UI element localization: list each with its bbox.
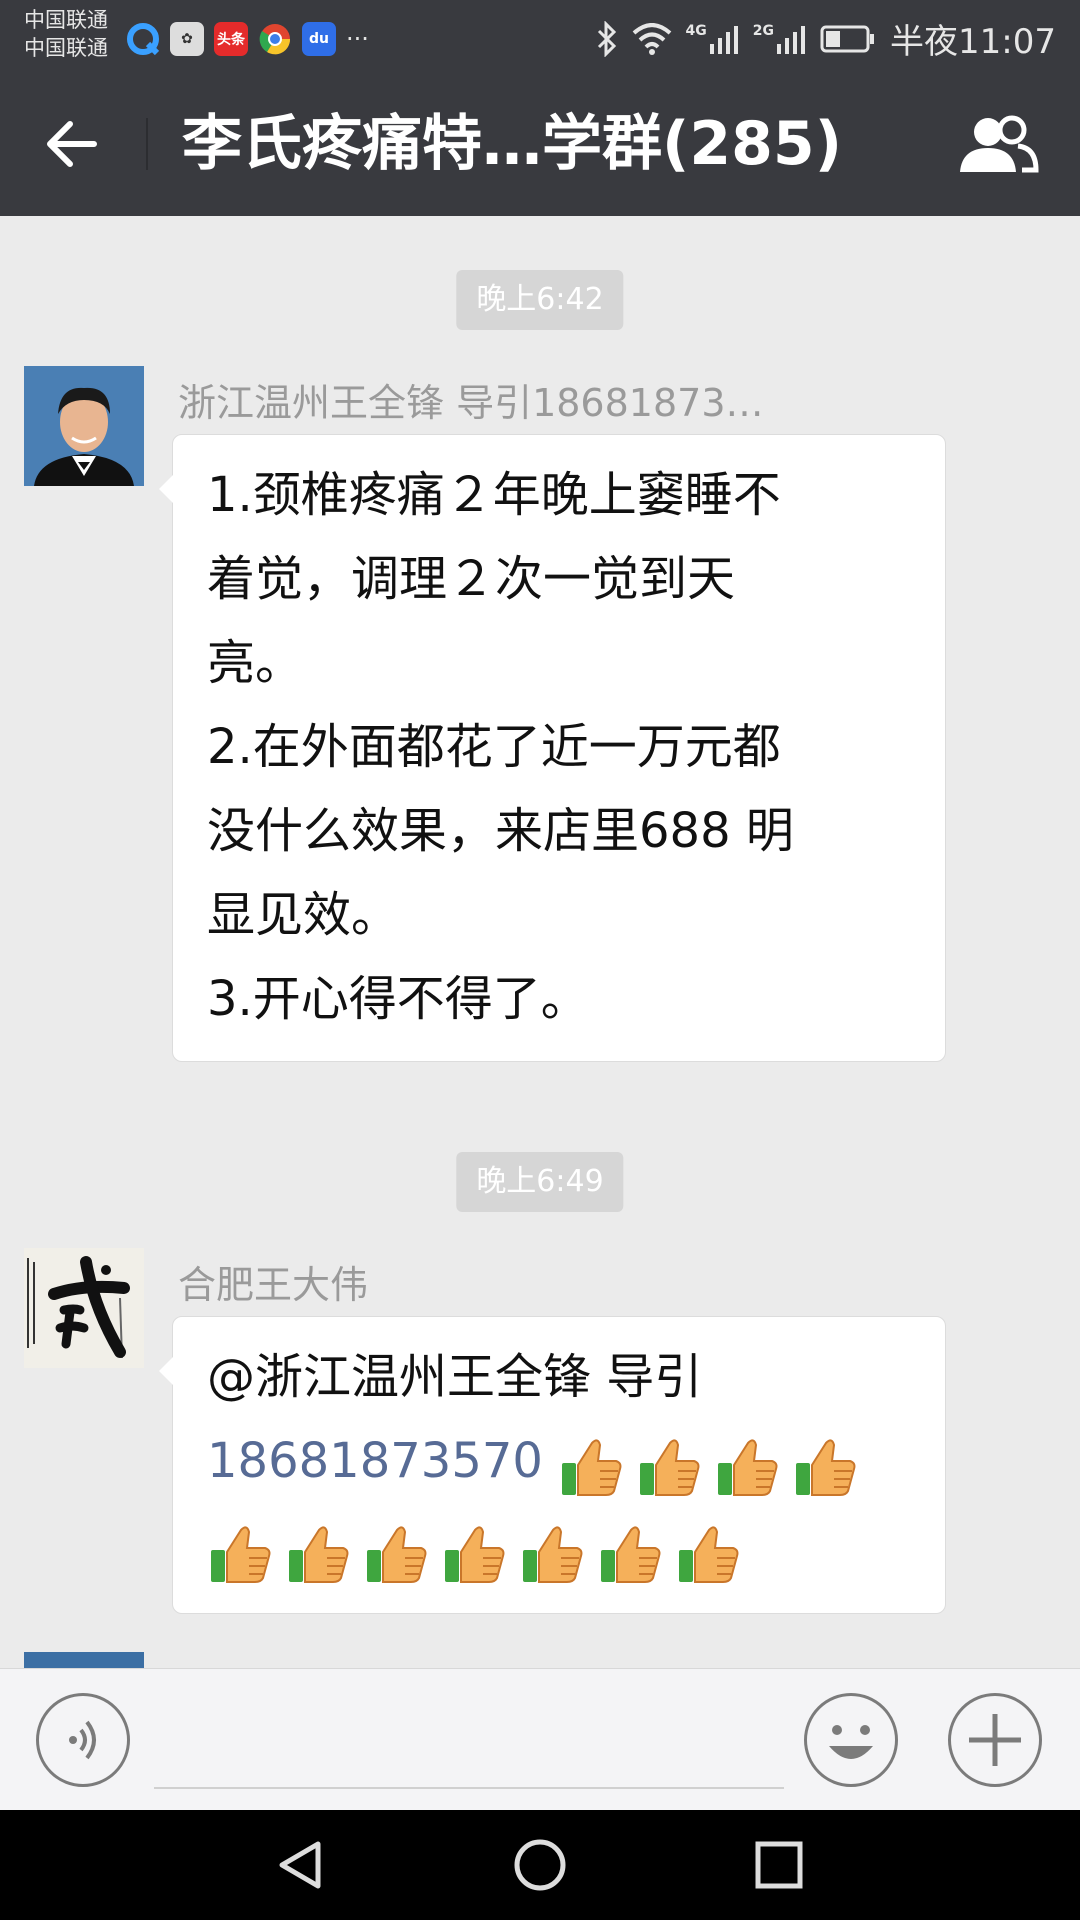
nav-home-button[interactable] bbox=[513, 1838, 567, 1892]
navigation-bar bbox=[0, 1810, 1080, 1920]
carrier-2: 中国联通 bbox=[24, 36, 108, 60]
profile-photo-icon bbox=[24, 366, 144, 486]
triangle-back-icon bbox=[279, 1841, 321, 1889]
thumbs-up-emoji bbox=[363, 1522, 429, 1586]
message-bubble[interactable]: @浙江温州王全锋 导引 18681873570 bbox=[159, 1316, 946, 1614]
message-line: 2.在外面都花了近一万元都 bbox=[207, 719, 781, 775]
toutiao-icon: 头条 bbox=[214, 22, 248, 56]
message-line: 亮。 bbox=[207, 635, 304, 691]
title-divider bbox=[146, 118, 148, 170]
thumbs-up-emoji bbox=[714, 1435, 780, 1499]
net-2g-label: 2G bbox=[752, 22, 775, 39]
net-4g-label: 4G bbox=[685, 22, 707, 39]
nav-back-button[interactable] bbox=[274, 1838, 328, 1892]
avatar[interactable] bbox=[24, 366, 144, 486]
wifi-icon bbox=[632, 22, 671, 55]
thumbs-up-emoji bbox=[792, 1435, 858, 1499]
more-actions-button[interactable] bbox=[948, 1693, 1042, 1787]
baidu-icon: du bbox=[302, 22, 336, 56]
chrome-icon bbox=[258, 22, 292, 56]
signal-bars-icon bbox=[709, 25, 738, 54]
sender-name: 合肥王大伟 bbox=[178, 1263, 369, 1307]
signal-4g: 4G bbox=[686, 24, 739, 54]
bluetooth-icon bbox=[597, 20, 616, 57]
smiley-icon bbox=[829, 1725, 873, 1759]
mention-text: @浙江温州王全锋 导引 bbox=[207, 1349, 703, 1405]
nav-recents-button[interactable] bbox=[752, 1838, 806, 1892]
thumbs-up-emoji bbox=[636, 1435, 702, 1499]
system-status: 4G 2G 半夜11:07 bbox=[596, 14, 1056, 63]
thumbs-up-emoji bbox=[207, 1522, 273, 1586]
emoji-button[interactable] bbox=[804, 1693, 898, 1787]
message-line bbox=[207, 1506, 915, 1593]
more-notifications: ··· bbox=[346, 25, 369, 53]
voice-button[interactable] bbox=[36, 1693, 130, 1787]
avatar[interactable] bbox=[24, 1248, 144, 1368]
input-bar bbox=[0, 1668, 1080, 1810]
back-button[interactable] bbox=[40, 112, 104, 176]
message-bubble[interactable]: 1.颈椎疼痛２年晚上窭睡不 着觉，调理２次一觉到天 亮。 2.在外面都花了近一万… bbox=[159, 434, 946, 1062]
message-line: 3.开心得不得了。 bbox=[207, 971, 589, 1027]
circle-home-icon bbox=[514, 1839, 566, 1891]
carrier-1: 中国联通 bbox=[24, 8, 108, 32]
avatar[interactable] bbox=[24, 1652, 144, 1668]
message-line: 着觉，调理２次一觉到天 bbox=[207, 551, 736, 607]
voice-icon bbox=[69, 1720, 96, 1760]
chat-area[interactable]: 晚上6:42 浙江温州王全锋 导引18681873… 1.颈椎疼痛２年晚上窭睡不… bbox=[0, 216, 1080, 1668]
thumbs-up-emoji bbox=[597, 1522, 663, 1586]
timestamp: 晚上6:49 bbox=[456, 1152, 624, 1212]
thumbs-up-emoji bbox=[675, 1522, 741, 1586]
arrow-left-icon bbox=[47, 121, 97, 167]
message-line: 没什么效果，来店里688 明 bbox=[207, 803, 794, 859]
clock: 半夜11:07 bbox=[890, 22, 1056, 62]
group-members-button[interactable] bbox=[956, 112, 1040, 176]
thumbs-up-emoji bbox=[519, 1522, 585, 1586]
sender-name: 浙江温州王全锋 导引18681873… bbox=[178, 381, 764, 425]
toutiao-label: 头条 bbox=[217, 32, 245, 48]
message-input[interactable] bbox=[154, 1699, 784, 1783]
qq-browser-icon bbox=[126, 22, 160, 56]
plus-icon bbox=[969, 1714, 1021, 1766]
signal-2g: 2G bbox=[753, 24, 806, 54]
thumbs-up-emoji-group bbox=[207, 1509, 753, 1593]
thumbs-up-emoji bbox=[285, 1522, 351, 1586]
status-bar: 中国联通 中国联通 ✿ 头条 du ··· 4G 2G 半夜11:07 bbox=[0, 0, 1080, 72]
page-title: 李氏疼痛特…学群(285) bbox=[182, 109, 843, 179]
carrier-labels: 中国联通 中国联通 bbox=[24, 6, 108, 62]
message-line: 显见效。 bbox=[207, 887, 400, 943]
input-underline bbox=[154, 1787, 784, 1789]
calligraphy-avatar-icon bbox=[24, 1248, 144, 1368]
group-icon bbox=[960, 115, 1039, 173]
battery-icon bbox=[820, 25, 875, 52]
phone-number-link[interactable]: 18681873570 bbox=[207, 1433, 543, 1489]
message-line: 1.颈椎疼痛２年晚上窭睡不 bbox=[207, 467, 781, 523]
thumbs-up-emoji bbox=[441, 1522, 507, 1586]
title-bar: 李氏疼痛特…学群(285) bbox=[0, 72, 1080, 216]
thumbs-up-emoji-group bbox=[558, 1422, 870, 1506]
signal-bars-icon bbox=[777, 25, 806, 54]
huawei-icon: ✿ bbox=[170, 22, 204, 56]
message-line: 18681873570 bbox=[207, 1419, 915, 1506]
thumbs-up-emoji bbox=[558, 1435, 624, 1499]
timestamp: 晚上6:42 bbox=[456, 270, 624, 330]
notification-icons: ✿ 头条 du ··· bbox=[126, 22, 369, 56]
square-recents-icon bbox=[755, 1841, 803, 1889]
